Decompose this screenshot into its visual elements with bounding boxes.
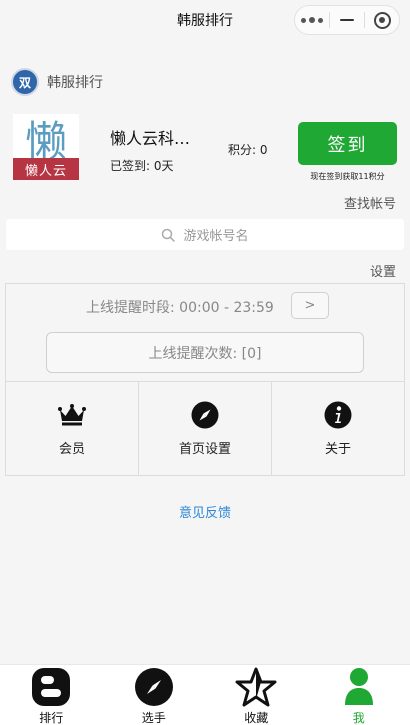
title-bar: 韩服排行: [0, 0, 410, 40]
search-placeholder: 游戏帐号名: [183, 229, 249, 244]
app-logo: 双: [11, 68, 39, 96]
compass-icon: [134, 667, 174, 707]
grid-label-home-settings: 首页设置: [178, 442, 231, 457]
minus-icon: [340, 19, 354, 21]
tab-label-players: 选手: [141, 711, 166, 725]
star-icon: [235, 667, 277, 707]
feature-grid: 会员 首页设置 关于: [5, 382, 405, 476]
tab-bar: 排行 选手 收藏 我: [0, 664, 410, 725]
minimize-button[interactable]: [330, 6, 364, 34]
tab-label-favorites: 收藏: [244, 711, 269, 725]
more-dots-icon: [301, 17, 323, 23]
reminder-count-button[interactable]: 上线提醒次数: [0]: [46, 332, 364, 373]
crown-icon: [57, 400, 87, 430]
info-icon: [324, 400, 352, 430]
avatar[interactable]: 懒 懒人云: [13, 114, 79, 180]
sign-in-button[interactable]: 签到: [298, 122, 397, 165]
grid-label-membership: 会员: [58, 442, 85, 457]
search-input[interactable]: 游戏帐号名: [6, 219, 404, 250]
grid-label-about: 关于: [324, 442, 351, 457]
tab-label-me: 我: [352, 711, 365, 725]
compass-icon: [191, 400, 219, 430]
more-button[interactable]: [295, 6, 329, 34]
grid-item-membership[interactable]: 会员: [6, 382, 139, 475]
search-icon: [162, 228, 176, 242]
capsule-menu: [294, 5, 400, 35]
period-edit-button[interactable]: >: [291, 292, 329, 319]
app-header: 双 韩服排行: [11, 68, 103, 96]
grid-item-about[interactable]: 关于: [272, 382, 404, 475]
app-name: 韩服排行: [47, 75, 103, 91]
tab-ranking[interactable]: 排行: [0, 665, 103, 725]
settings-label: 设置: [369, 265, 396, 280]
tab-favorites[interactable]: 收藏: [205, 665, 308, 725]
target-close-icon: [373, 11, 391, 29]
close-button[interactable]: [365, 6, 399, 34]
tab-label-ranking: 排行: [39, 711, 64, 725]
signed-days: 已签到: 0天: [110, 159, 174, 173]
points: 积分: 0: [228, 143, 268, 157]
user-icon: [344, 667, 374, 707]
avatar-glyph: 懒: [24, 116, 67, 166]
avatar-caption: 懒人云: [13, 158, 79, 180]
feedback-link[interactable]: 意见反馈: [0, 502, 410, 521]
sign-hint: 现在签到获取11积分: [310, 172, 385, 181]
blogger-icon: [31, 667, 71, 707]
nickname: 懒人云科…: [110, 129, 191, 148]
window-title: 韩服排行: [177, 13, 233, 29]
reminder-period: 上线提醒时段: 00:00 - 23:59: [86, 300, 274, 316]
grid-item-home-settings[interactable]: 首页设置: [139, 382, 272, 475]
find-account-link[interactable]: 查找帐号: [344, 193, 396, 212]
tab-players[interactable]: 选手: [103, 665, 206, 725]
reminder-settings: 上线提醒时段: 00:00 - 23:59 > 上线提醒次数: [0]: [5, 283, 405, 382]
tab-me[interactable]: 我: [308, 665, 410, 725]
